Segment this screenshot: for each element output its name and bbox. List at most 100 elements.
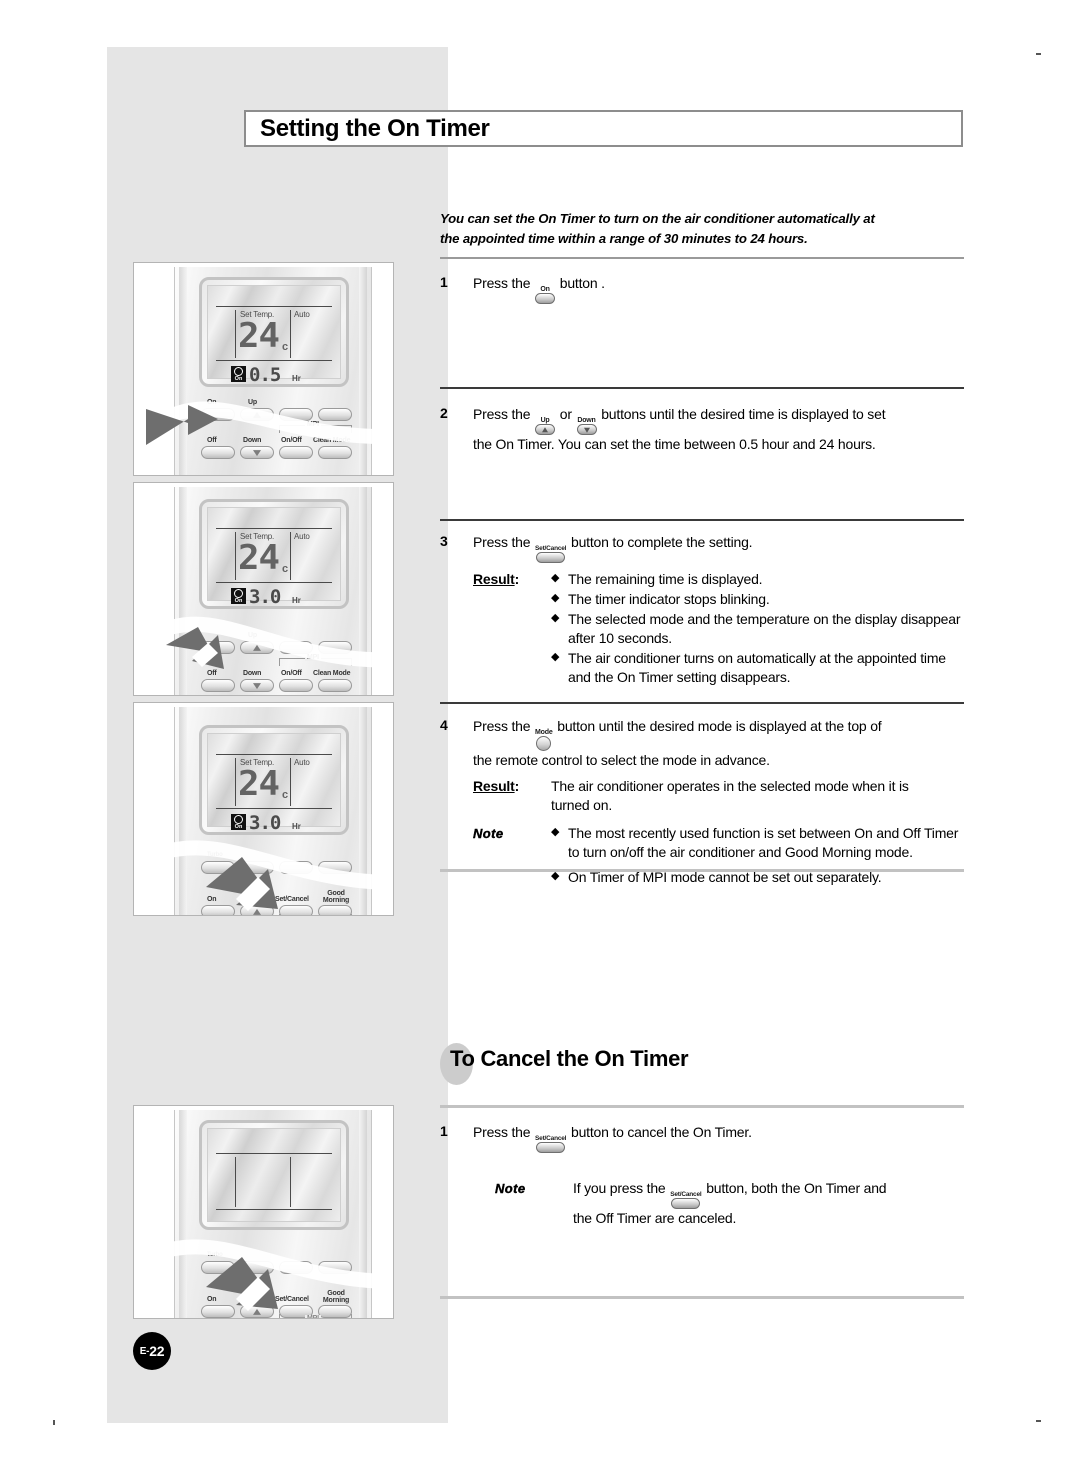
step-4-note-label-wrap: Note <box>473 824 551 888</box>
set-cancel-button-icon-label: Set/Cancel <box>670 1191 702 1198</box>
key-label-up: Up <box>248 632 257 639</box>
note-label: Note <box>473 825 504 841</box>
lcd-mid-rule <box>216 582 332 584</box>
key-mpi-onoff[interactable] <box>279 446 313 459</box>
lcd-top-rule <box>216 528 332 530</box>
intro-paragraph: You can set the On Timer to turn on the … <box>440 209 964 248</box>
step-3-result-text: The air conditioner turns on automatical… <box>568 650 946 686</box>
clock-glyph <box>234 367 243 376</box>
remote-right-edge <box>359 487 367 695</box>
key-clean-mode[interactable] <box>318 679 352 692</box>
step-1: 1 Press the On button . <box>440 274 968 304</box>
mode-button-icon[interactable]: Mode <box>535 729 553 751</box>
lcd-top-rule <box>216 754 332 756</box>
divider-bottom <box>440 1296 964 1299</box>
step-4-note-text: The most recently used function is set b… <box>568 824 959 860</box>
key-up[interactable] <box>240 408 274 421</box>
lcd-screen: Set Temp. Auto 24 c On 3.0 Hr <box>207 733 341 834</box>
step-4-line-2: the remote control to select the mode in… <box>473 752 770 768</box>
timer-state-label: On <box>234 598 243 604</box>
lcd-screen <box>207 1128 341 1222</box>
set-cancel-button-icon[interactable]: Set/Cancel <box>535 1135 566 1153</box>
key-down[interactable] <box>240 446 274 459</box>
remote-right-edge <box>359 1110 367 1318</box>
step-4-text-before: Press the <box>473 718 531 734</box>
step-1-number: 1 <box>440 274 448 290</box>
divider-section-2 <box>440 1105 964 1108</box>
intro-line-2: the appointed time within a range of 30 … <box>440 230 808 246</box>
step-3-result-item: ◆ The air conditioner turns on automatic… <box>551 649 968 687</box>
step-4-line-1-after: button until the desired mode is display… <box>557 718 882 734</box>
page-badge-prefix: E- <box>139 1345 150 1357</box>
lcd-bezel: Set Temp. Auto 24 c On 3.0 Hr <box>199 725 349 835</box>
page-badge-number: 22 <box>149 1343 165 1359</box>
key-label-down: Down <box>243 437 262 444</box>
crop-mark-bottom-left <box>53 1420 55 1425</box>
key-blank-2[interactable] <box>318 408 352 421</box>
key-label-good-morning: Good Morning <box>322 1290 350 1304</box>
step-3-result-label: Result: <box>473 570 551 688</box>
lcd-timer-value: 3.0 <box>249 586 281 608</box>
pointer-arrow <box>166 627 224 669</box>
page-title: Setting the On Timer <box>260 114 490 142</box>
mpi-label: MPI <box>305 1315 321 1318</box>
step-3-result-label-text: Result <box>473 571 515 587</box>
set-cancel-button-icon-label: Set/Cancel <box>535 545 567 552</box>
lcd-mid-rule <box>216 1209 332 1211</box>
mpi-label: MPI <box>305 915 321 916</box>
on-button-icon[interactable]: On <box>535 286 556 304</box>
figure-cancel: Turbo On Set/Cancel Good Morning MPI <box>133 1105 394 1319</box>
cancel-note-label-wrap: Note <box>473 1179 573 1228</box>
down-button-icon[interactable]: Down <box>576 417 597 435</box>
on-button-icon-label: On <box>540 286 550 293</box>
set-cancel-button-icon[interactable]: Set/Cancel <box>670 1191 702 1209</box>
step-3-number: 3 <box>440 533 448 549</box>
lcd-timer-unit: Hr <box>292 596 301 605</box>
lcd-temperature: 24 <box>238 764 280 804</box>
key-label-clean-mode: Clean Mode <box>313 437 351 444</box>
key-blank-2[interactable] <box>318 641 352 654</box>
lcd-mid-rule <box>216 360 332 362</box>
key-blank-1[interactable] <box>279 408 313 421</box>
lcd-divider-left <box>235 310 237 358</box>
on-button-icon-pill <box>535 293 556 304</box>
lcd-bezel <box>199 1120 349 1230</box>
lcd-divider-right <box>290 1157 292 1207</box>
mode-button-icon-label: Mode <box>535 729 553 736</box>
key-clean-mode[interactable] <box>318 446 352 459</box>
mpi-label: MPI <box>305 654 321 661</box>
timer-clock-icon: On <box>231 588 246 604</box>
set-cancel-button-icon-pill <box>536 1142 566 1153</box>
cancel-note-text-before: If you press the <box>573 1180 666 1196</box>
lcd-temperature: 24 <box>238 538 280 578</box>
step-3: 3 Press the Set/Cancel button to complet… <box>440 533 968 688</box>
key-mpi-onoff[interactable] <box>279 679 313 692</box>
lcd-temp-unit: c <box>282 789 289 801</box>
step-3-text-before: Press the <box>473 534 531 550</box>
key-label-up: Up <box>248 399 257 406</box>
figure-step-2: Set Temp. Auto 24 c On 3.0 Hr Up MPI Off… <box>133 482 394 696</box>
down-button-icon-label: Down <box>577 417 596 424</box>
divider-step-3 <box>440 702 964 704</box>
step-4-note-block: Note ◆ The most recently used function i… <box>473 824 968 888</box>
lcd-bezel: Set Temp. Auto 24 c On 0.5 Hr <box>199 277 349 387</box>
key-blank-3[interactable] <box>318 1261 352 1274</box>
step-2-text-before: Press the <box>473 406 531 422</box>
up-button-icon[interactable]: Up <box>535 417 556 435</box>
set-cancel-button-icon[interactable]: Set/Cancel <box>535 545 566 563</box>
key-blank-1[interactable] <box>279 641 313 654</box>
up-button-icon-label: Up <box>540 417 550 424</box>
key-blank-3[interactable] <box>318 861 352 874</box>
cancel-step-1-number: 1 <box>440 1123 448 1139</box>
lcd-timer-unit: Hr <box>292 822 301 831</box>
step-4-note-item: ◆ The most recently used function is set… <box>551 824 968 862</box>
lcd-bezel: Set Temp. Auto 24 c On 3.0 Hr <box>199 499 349 609</box>
lcd-mode-label: Auto <box>294 758 310 767</box>
manual-page: Setting the On Timer You can set the On … <box>0 0 1080 1466</box>
cancel-step-1-text-before: Press the <box>473 1124 531 1140</box>
step-4-result-label: Result: <box>473 777 551 815</box>
diamond-bullet-icon: ◆ <box>551 651 560 664</box>
section-title: To Cancel the On Timer <box>450 1046 689 1071</box>
lcd-divider-left <box>235 532 237 580</box>
up-arrow-icon <box>535 424 556 435</box>
